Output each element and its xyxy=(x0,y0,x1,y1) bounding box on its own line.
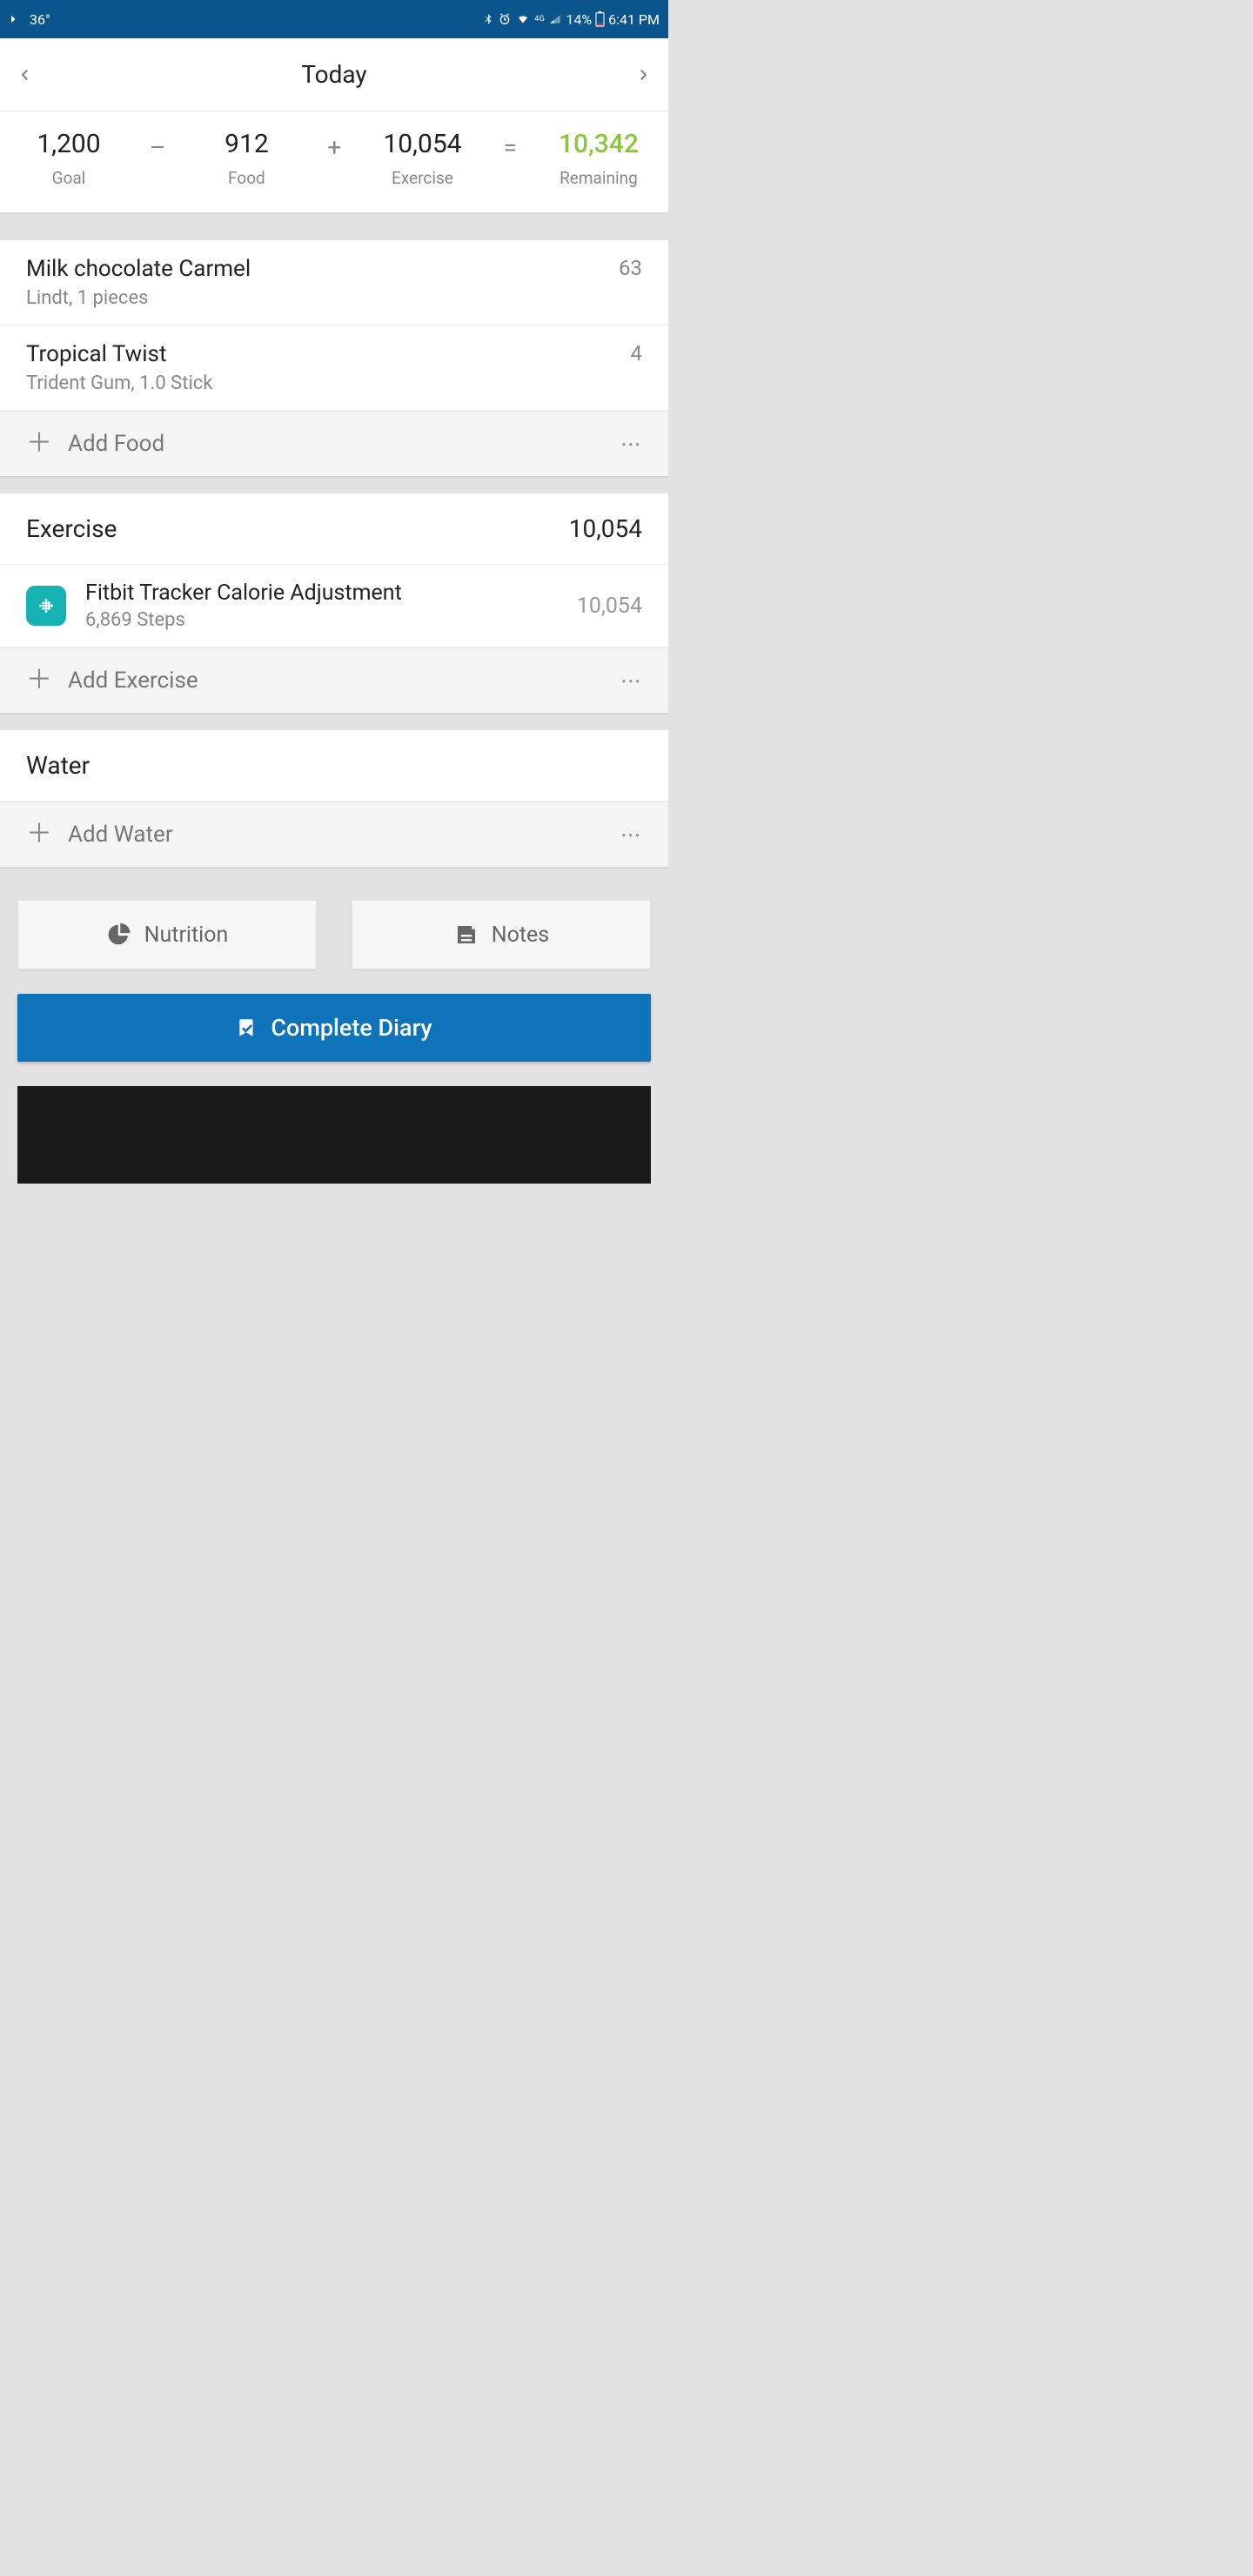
android-status-bar: 36° 4G 14% 6:41 PM xyxy=(0,0,668,38)
summary-goal: 1,200 Goal xyxy=(30,129,108,188)
food-name: Tropical Twist xyxy=(26,341,212,367)
exercise-calories: 10,054 xyxy=(577,594,642,619)
exercise-name: Fitbit Tracker Calorie Adjustment xyxy=(85,580,558,606)
food-name: Milk chocolate Carmel xyxy=(26,256,251,282)
prev-day-button[interactable] xyxy=(17,63,33,87)
add-food-button[interactable]: ＋ Add Food xyxy=(26,431,164,457)
more-icon[interactable]: ●●● xyxy=(622,677,643,685)
food-desc: Lindt, 1 pieces xyxy=(26,287,251,309)
exercise-total: 10,054 xyxy=(569,514,642,543)
signal-icon xyxy=(548,13,562,25)
add-exercise-button[interactable]: ＋ Add Exercise xyxy=(26,667,198,694)
network-label: 4G xyxy=(534,15,545,23)
exercise-section-header[interactable]: Exercise 10,054 xyxy=(0,493,668,565)
equals-icon: = xyxy=(504,133,517,184)
add-food-row: ＋ Add Food ●●● xyxy=(0,411,668,478)
summary-remaining: 10,342 Remaining xyxy=(559,129,639,188)
battery-icon xyxy=(595,11,605,27)
summary-exercise: 10,054 Exercise xyxy=(383,129,461,188)
complete-diary-button[interactable]: Complete Diary xyxy=(17,994,651,1062)
pie-chart-icon xyxy=(106,922,132,948)
plus-icon: ＋ xyxy=(26,431,52,457)
add-water-button[interactable]: ＋ Add Water xyxy=(26,822,173,848)
water-section-header[interactable]: Water xyxy=(0,730,668,802)
more-icon[interactable]: ●●● xyxy=(622,440,643,448)
bookmark-check-icon xyxy=(236,1015,258,1041)
food-calories: 63 xyxy=(619,256,642,280)
food-desc: Trident Gum, 1.0 Stick xyxy=(26,372,212,394)
date-header: Today xyxy=(0,38,668,111)
battery-percentage: 14% xyxy=(566,11,592,28)
notes-button[interactable]: Notes xyxy=(352,900,651,969)
note-icon xyxy=(453,922,479,948)
fitbit-icon xyxy=(26,586,66,626)
minus-icon: – xyxy=(150,133,165,184)
plus-icon: ＋ xyxy=(26,822,52,848)
header-title[interactable]: Today xyxy=(301,60,366,89)
plus-icon: + xyxy=(327,133,341,184)
food-item[interactable]: Tropical Twist Trident Gum, 1.0 Stick 4 xyxy=(0,325,668,411)
status-time: 6:41 PM xyxy=(608,11,660,28)
summary-food: 912 Food xyxy=(207,129,285,188)
vibrate-icon xyxy=(9,11,24,27)
add-exercise-row: ＋ Add Exercise ●●● xyxy=(0,647,668,714)
exercise-desc: 6,869 Steps xyxy=(85,609,558,631)
more-icon[interactable]: ●●● xyxy=(622,831,643,839)
android-nav-bar xyxy=(17,1086,651,1184)
food-item[interactable]: Milk chocolate Carmel Lindt, 1 pieces 63 xyxy=(0,240,668,325)
plus-icon: ＋ xyxy=(26,667,52,694)
add-water-row: ＋ Add Water ●●● xyxy=(0,802,668,869)
alarm-icon xyxy=(498,12,512,26)
food-calories: 4 xyxy=(631,341,643,366)
exercise-item[interactable]: Fitbit Tracker Calorie Adjustment 6,869 … xyxy=(0,565,668,647)
nutrition-button[interactable]: Nutrition xyxy=(17,900,317,969)
calorie-summary[interactable]: 1,200 Goal – 912 Food + 10,054 Exercise … xyxy=(0,111,668,214)
next-day-button[interactable] xyxy=(635,63,651,87)
bluetooth-icon xyxy=(482,11,494,27)
status-temperature: 36° xyxy=(30,11,50,28)
wifi-icon xyxy=(515,13,531,25)
